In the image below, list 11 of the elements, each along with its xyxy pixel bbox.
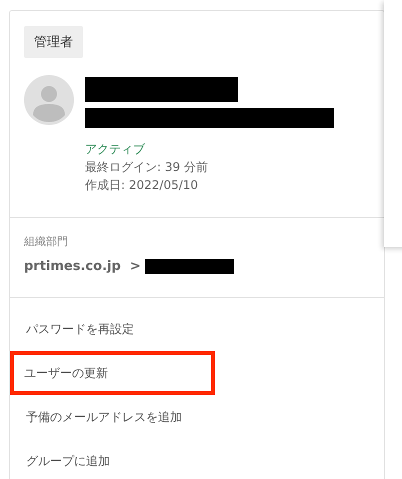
action-link[interactable]: パスワードを再設定 xyxy=(11,307,216,351)
action-link[interactable]: グループに追加 xyxy=(11,439,216,479)
action-link[interactable]: ユーザーの更新 xyxy=(10,351,215,395)
created-date-text: 作成日: 2022/05/10 xyxy=(85,177,200,194)
org-unit-label: 組織部門 xyxy=(24,234,69,249)
org-unit-path[interactable]: prtimes.co.jp > xyxy=(24,259,141,274)
status-text: アクティブ xyxy=(85,141,146,158)
action-link[interactable]: 予備のメールアドレスを追加 xyxy=(11,395,216,439)
role-badge: 管理者 xyxy=(24,26,83,58)
last-login-text: 最終ログイン: 39 分前 xyxy=(85,159,209,176)
avatar-icon xyxy=(24,75,74,125)
